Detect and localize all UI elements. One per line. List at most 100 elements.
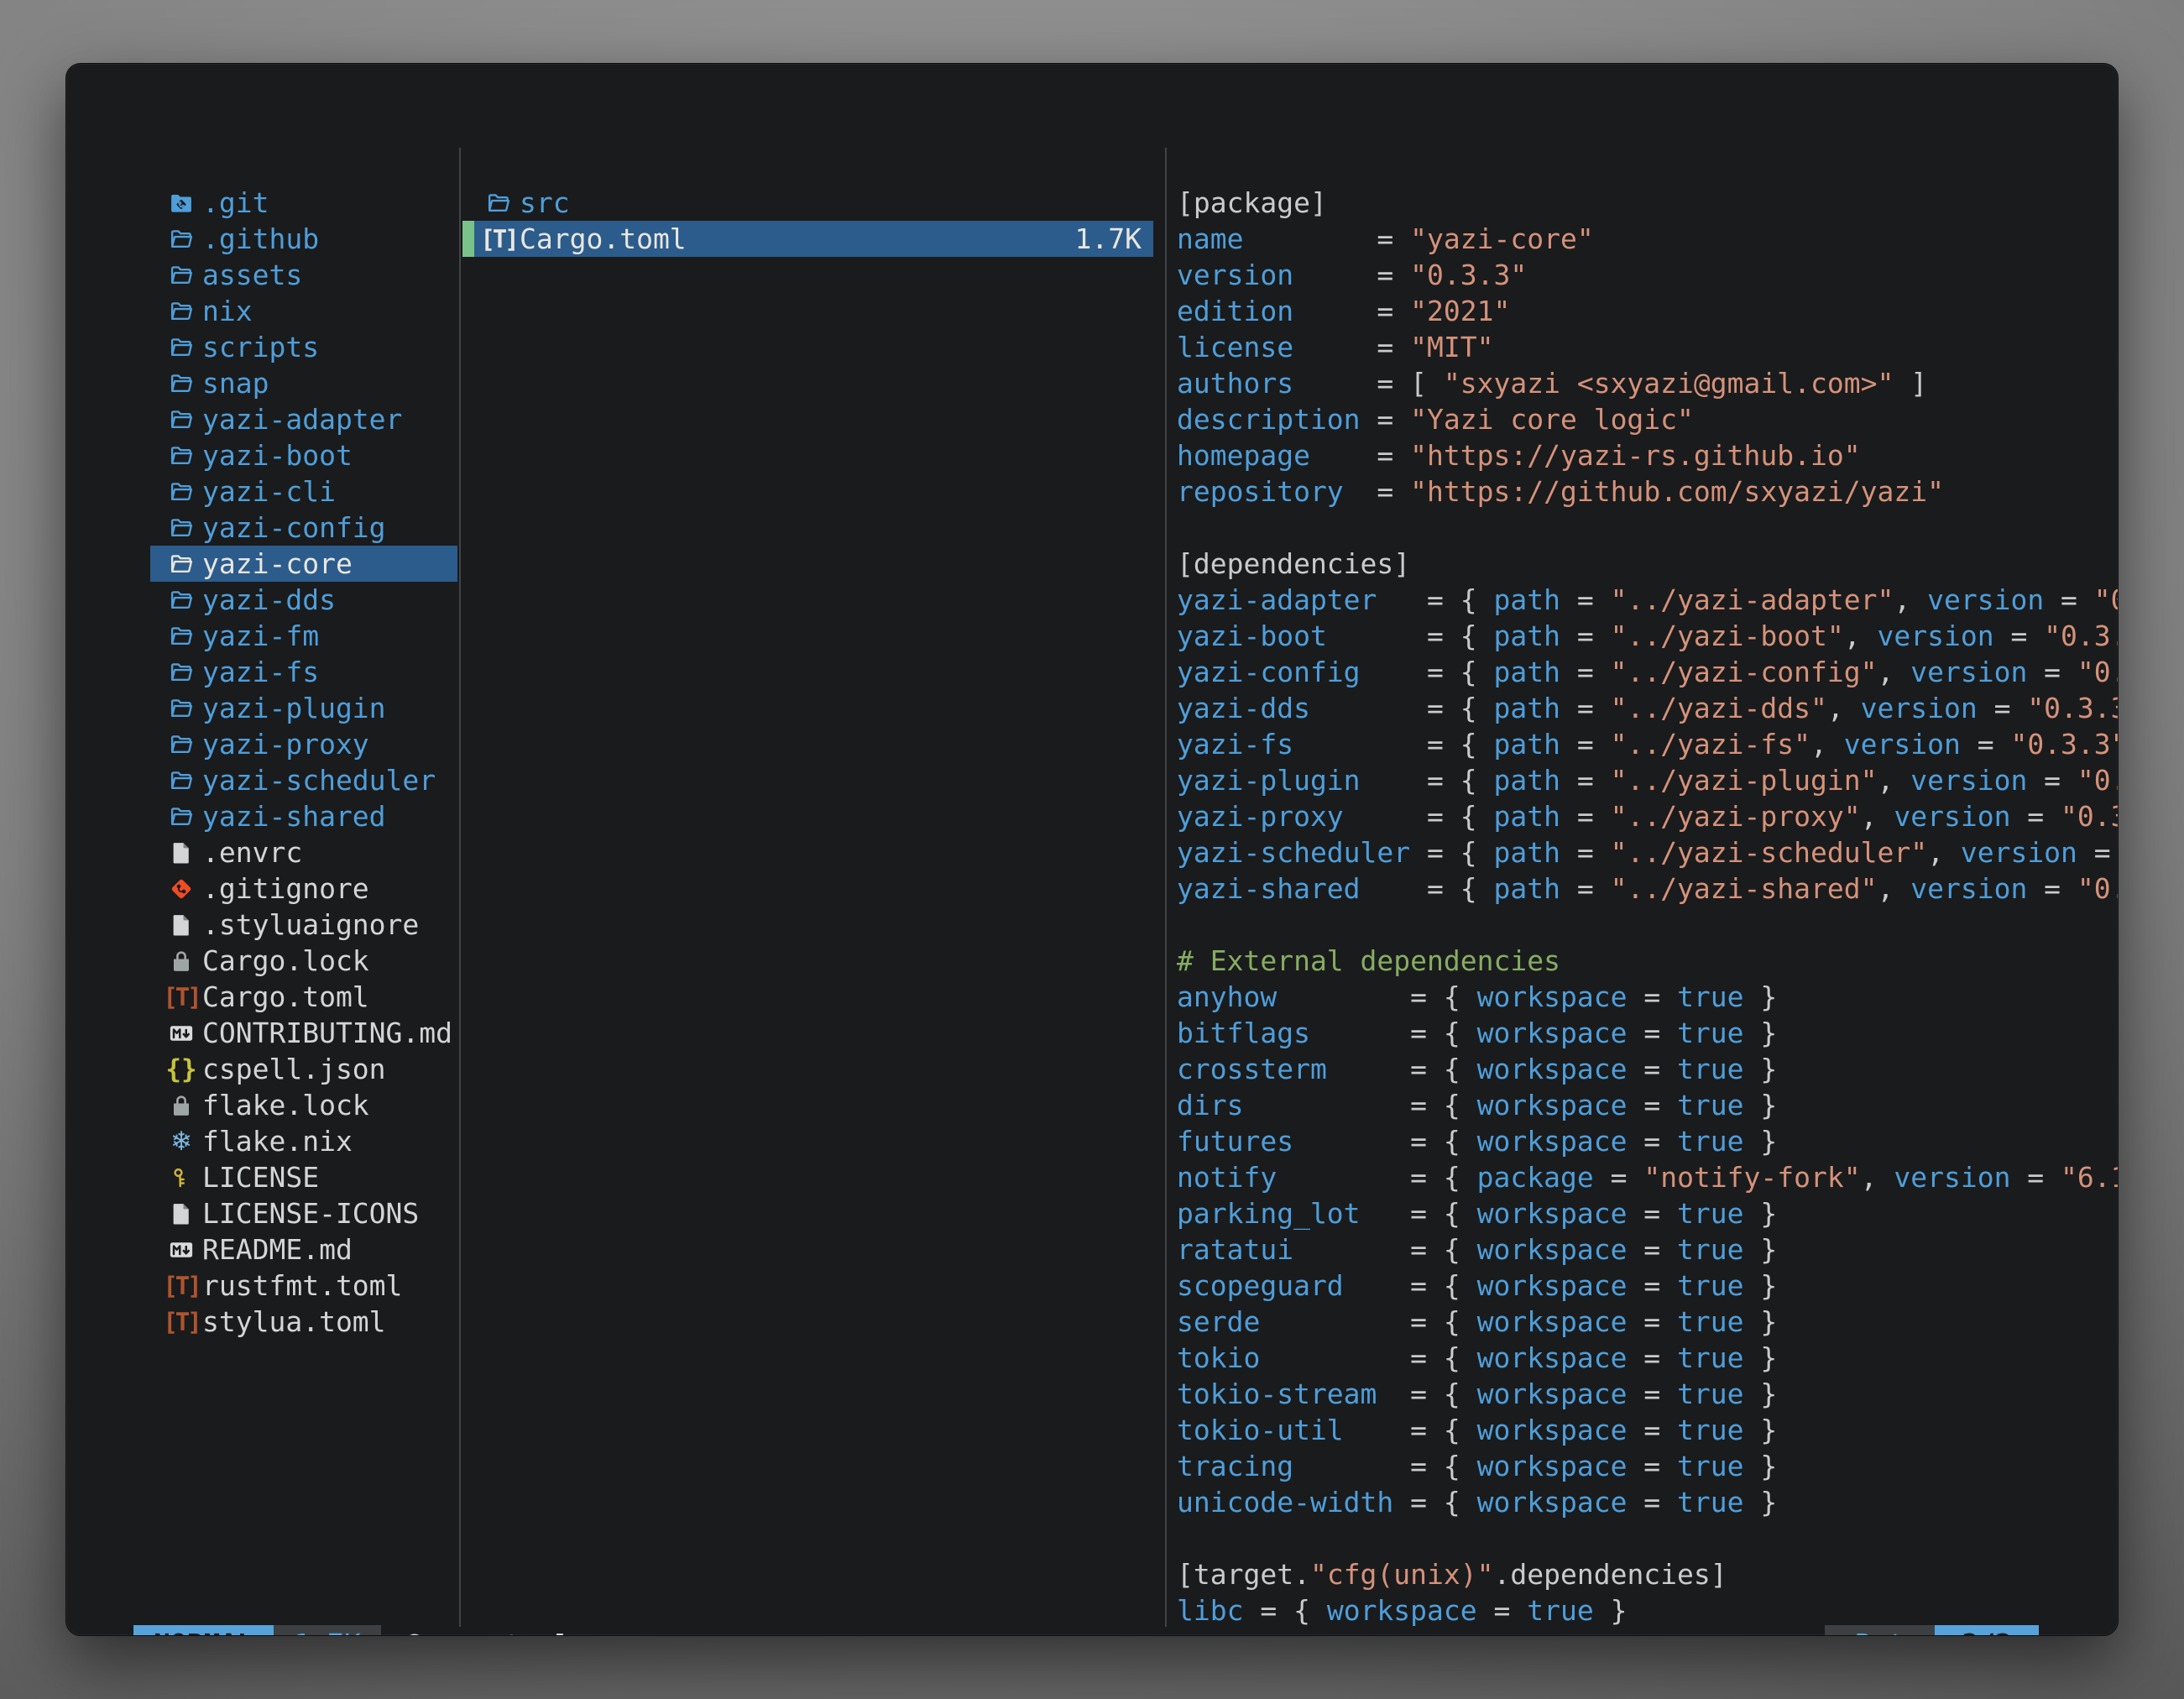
file-name-label: nix	[202, 293, 253, 329]
preview-code-line: scopeguard = { workspace = true }	[1177, 1268, 2119, 1304]
folder-row[interactable]: yazi-config	[150, 510, 457, 546]
file-row[interactable]: flake.lock	[150, 1087, 457, 1123]
preview-code-line: yazi-boot = { path = "../yazi-boot", ver…	[1177, 618, 2119, 654]
toml-icon: [T]	[484, 225, 513, 254]
file-size-badge: 1.7K	[274, 1625, 380, 1636]
toml-icon: [T]	[167, 983, 196, 1012]
status-filename: Cargo.toml	[405, 1628, 572, 1637]
file-name-label: .github	[202, 221, 319, 257]
file-name-label: scripts	[202, 329, 319, 365]
file-name-label: yazi-fs	[202, 654, 319, 690]
scroll-position-badge: Bot	[1825, 1625, 1936, 1636]
file-row[interactable]: [T]Cargo.toml	[150, 979, 457, 1015]
file-row[interactable]: ❄flake.nix	[150, 1123, 457, 1159]
key-icon	[167, 1163, 196, 1192]
status-bar: NORMAL 1.7K Cargo.toml -rw-r--r-- Bot 2/…	[133, 1625, 2039, 1636]
folder-row[interactable]: .git	[150, 185, 457, 221]
preview-code-line: yazi-dds = { path = "../yazi-dds", versi…	[1177, 690, 2119, 726]
preview-code-line: yazi-proxy = { path = "../yazi-proxy", v…	[1177, 798, 2119, 834]
file-row[interactable]: .envrc	[150, 834, 457, 870]
file-name-label: .git	[202, 185, 269, 221]
preview-code-line: [dependencies]	[1177, 546, 2119, 582]
file-name-label: cspell.json	[202, 1051, 386, 1087]
preview-code-line: tracing = { workspace = true }	[1177, 1448, 2119, 1484]
preview-code-line	[1177, 510, 2119, 546]
file-name-label: .gitignore	[202, 870, 369, 907]
folder-row[interactable]: yazi-shared	[150, 798, 457, 834]
file-row[interactable]: .styluaignore	[150, 907, 457, 943]
file-row[interactable]: LICENSE	[150, 1159, 457, 1195]
json-icon: {}	[167, 1055, 196, 1084]
folder-row[interactable]: yazi-adapter	[150, 401, 457, 437]
markdown-icon	[167, 1236, 196, 1264]
file-name-label: src	[520, 185, 570, 221]
folder-row[interactable]: .github	[150, 221, 457, 257]
preview-code-line: [package]	[1177, 185, 2119, 221]
file-name-label: rustfmt.toml	[202, 1268, 402, 1304]
file-name-label: flake.nix	[202, 1123, 353, 1159]
folder-icon	[167, 694, 196, 723]
preview-code-line: yazi-fs = { path = "../yazi-fs", version…	[1177, 726, 2119, 762]
folder-row[interactable]: yazi-plugin	[150, 690, 457, 726]
file-row[interactable]: .gitignore	[150, 870, 457, 907]
preview-code-line: tokio-stream = { workspace = true }	[1177, 1376, 2119, 1412]
file-name-label: yazi-config	[202, 510, 386, 546]
folder-row[interactable]: yazi-scheduler	[150, 762, 457, 798]
preview-code-line: description = "Yazi core logic"	[1177, 401, 2119, 437]
folder-row[interactable]: yazi-fs	[150, 654, 457, 690]
git-icon	[167, 875, 196, 903]
folder-row[interactable]: src	[462, 185, 1153, 221]
folder-row[interactable]: snap	[150, 365, 457, 401]
folder-icon	[167, 766, 196, 795]
folder-row[interactable]: yazi-proxy	[150, 726, 457, 762]
lock-icon	[167, 1091, 196, 1120]
folder-row[interactable]: yazi-boot	[150, 437, 457, 473]
file-row[interactable]: [T]stylua.toml	[150, 1304, 457, 1340]
folder-row[interactable]: assets	[150, 257, 457, 293]
file-counter-badge: 2/2	[1935, 1625, 2039, 1636]
file-name-label: snap	[202, 365, 269, 401]
folder-icon	[167, 586, 196, 614]
preview-code-line: yazi-adapter = { path = "../yazi-adapter…	[1177, 582, 2119, 618]
folder-row[interactable]: nix	[150, 293, 457, 329]
folder-row[interactable]: scripts	[150, 329, 457, 365]
folder-icon	[167, 550, 196, 578]
preview-code-line: version = "0.3.3"	[1177, 257, 2119, 293]
folder-icon	[167, 297, 196, 326]
preview-code-line: crossterm = { workspace = true }	[1177, 1051, 2119, 1087]
folder-icon	[167, 405, 196, 434]
preview-code-line: authors = [ "sxyazi <sxyazi@gmail.com>" …	[1177, 365, 2119, 401]
folder-icon	[167, 333, 196, 362]
file-size-label: 1.7K	[1075, 222, 1153, 255]
file-name-label: assets	[202, 257, 302, 293]
preview-code-line: edition = "2021"	[1177, 293, 2119, 329]
file-row[interactable]: README.md	[150, 1231, 457, 1268]
preview-code-line: tokio-util = { workspace = true }	[1177, 1412, 2119, 1448]
file-row[interactable]: CONTRIBUTING.md	[150, 1015, 457, 1051]
pane-separator	[1165, 148, 1167, 1627]
preview-code-line: name = "yazi-core"	[1177, 221, 2119, 257]
file-name-label: yazi-dds	[202, 582, 336, 618]
folder-row[interactable]: yazi-cli	[150, 473, 457, 510]
preview-code-line: license = "MIT"	[1177, 329, 2119, 365]
file-row[interactable]: LICENSE-ICONS	[150, 1195, 457, 1231]
file-name-label: yazi-cli	[202, 473, 336, 510]
file-row[interactable]: {}cspell.json	[150, 1051, 457, 1087]
preview-code-line: futures = { workspace = true }	[1177, 1123, 2119, 1159]
preview-code-line	[1177, 1520, 2119, 1556]
file-name-label: .styluaignore	[202, 907, 419, 943]
selection-marker	[462, 185, 474, 221]
preview-code-line: tokio = { workspace = true }	[1177, 1340, 2119, 1376]
file-row[interactable]: [T]rustfmt.toml	[150, 1268, 457, 1304]
folder-row[interactable]: yazi-dds	[150, 582, 457, 618]
file-row[interactable]: [T]Cargo.toml1.7K	[462, 221, 1153, 257]
file-icon	[167, 1200, 196, 1228]
folder-icon	[167, 478, 196, 506]
file-name-label: yazi-plugin	[202, 690, 386, 726]
folder-row[interactable]: yazi-core	[150, 546, 457, 582]
file-row[interactable]: Cargo.lock	[150, 943, 457, 979]
preview-code-line: libc = { workspace = true }	[1177, 1592, 2119, 1628]
folder-row[interactable]: yazi-fm	[150, 618, 457, 654]
preview-code-line	[1177, 907, 2119, 943]
preview-code-line: dirs = { workspace = true }	[1177, 1087, 2119, 1123]
